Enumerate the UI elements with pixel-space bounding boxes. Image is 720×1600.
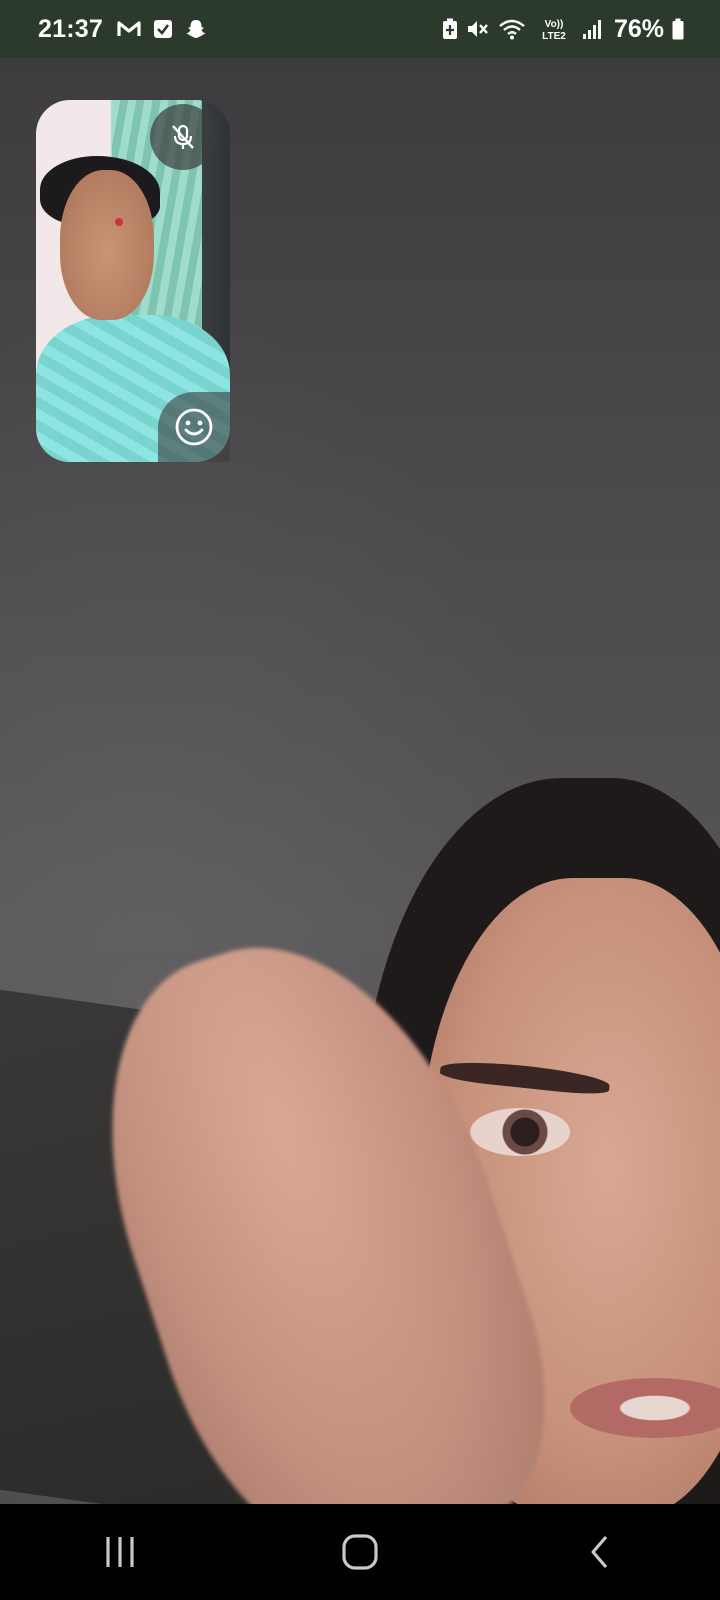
navigation-bar (0, 1504, 720, 1600)
back-icon (588, 1534, 612, 1570)
smiley-icon (174, 407, 214, 447)
back-button[interactable] (540, 1504, 660, 1600)
signal-icon (582, 18, 602, 40)
status-bar: 21:37 Vo)) LTE2 76% (0, 0, 720, 58)
battery-saver-icon (442, 18, 458, 40)
effects-button[interactable] (158, 392, 230, 462)
remote-participant-eye (470, 1108, 570, 1156)
snapchat-icon (185, 18, 207, 40)
notification-icons (117, 18, 207, 40)
mic-off-icon (168, 122, 198, 152)
battery-percent: 76% (613, 14, 664, 43)
checkbox-icon (153, 19, 173, 39)
self-preview-face (60, 170, 154, 320)
recents-button[interactable] (60, 1504, 180, 1600)
status-time: 21:37 (38, 14, 103, 43)
battery-icon (672, 18, 684, 40)
wifi-icon (498, 18, 526, 40)
gmail-icon (117, 19, 141, 39)
recents-icon (102, 1534, 138, 1570)
volte-icon: Vo)) LTE2 (534, 17, 574, 41)
video-call-screen: 21:37 Vo)) LTE2 76% (0, 0, 720, 1600)
mute-icon (466, 18, 490, 40)
system-status-icons: Vo)) LTE2 76% (442, 15, 684, 44)
home-icon (341, 1533, 379, 1571)
home-button[interactable] (300, 1504, 420, 1600)
svg-text:Vo)): Vo)) (545, 19, 564, 30)
mic-muted-button[interactable] (150, 104, 216, 170)
self-preview-tilak (115, 218, 123, 226)
svg-text:LTE2: LTE2 (542, 31, 566, 41)
